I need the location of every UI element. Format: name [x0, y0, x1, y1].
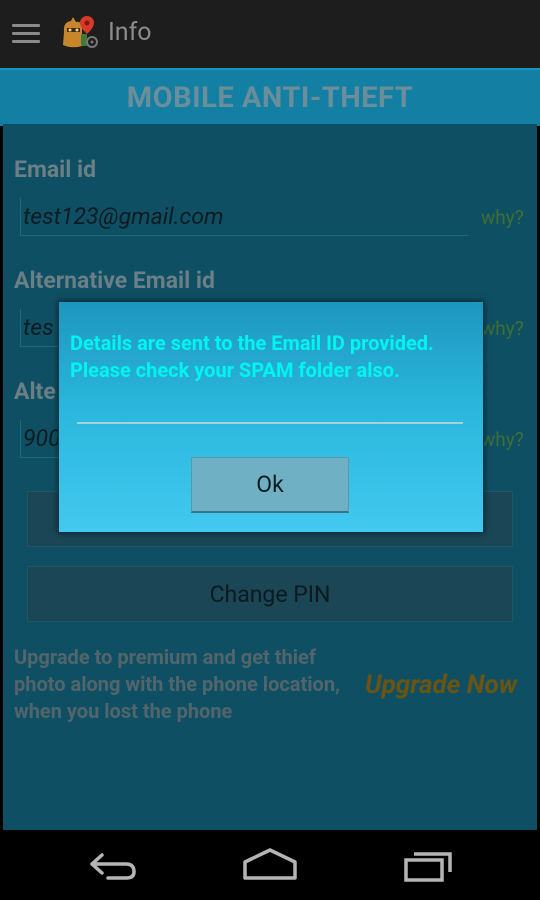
- ok-button[interactable]: Ok: [191, 457, 349, 513]
- navigation-bar: [0, 830, 540, 900]
- app-banner: MOBILE ANTI-THEFT: [0, 68, 540, 126]
- home-icon[interactable]: [240, 844, 300, 884]
- action-bar: Info: [0, 0, 540, 68]
- alt-phone-why-link[interactable]: why?: [481, 428, 524, 451]
- dialog-message: Details are sent to the Email ID provide…: [70, 331, 434, 382]
- email-why-link[interactable]: why?: [481, 206, 524, 229]
- email-field[interactable]: test123@gmail.com: [20, 198, 468, 236]
- anti-theft-logo-icon[interactable]: [58, 12, 100, 54]
- hamburger-menu-icon[interactable]: [12, 24, 40, 44]
- recent-apps-icon[interactable]: [398, 844, 458, 884]
- change-pin-button[interactable]: Change PIN: [27, 566, 513, 622]
- email-label: Email id: [14, 156, 97, 183]
- page-title: Info: [108, 18, 152, 47]
- upgrade-description: Upgrade to premium and get thief photo a…: [14, 645, 340, 723]
- dialog-divider: [77, 422, 463, 424]
- alt-phone-label: Alte: [14, 378, 56, 405]
- alt-email-why-link[interactable]: why?: [481, 317, 524, 340]
- back-icon[interactable]: [82, 844, 142, 884]
- alt-email-label: Alternative Email id: [14, 267, 215, 294]
- upgrade-now-link[interactable]: Upgrade Now: [365, 670, 517, 700]
- info-dialog: Details are sent to the Email ID provide…: [58, 301, 484, 533]
